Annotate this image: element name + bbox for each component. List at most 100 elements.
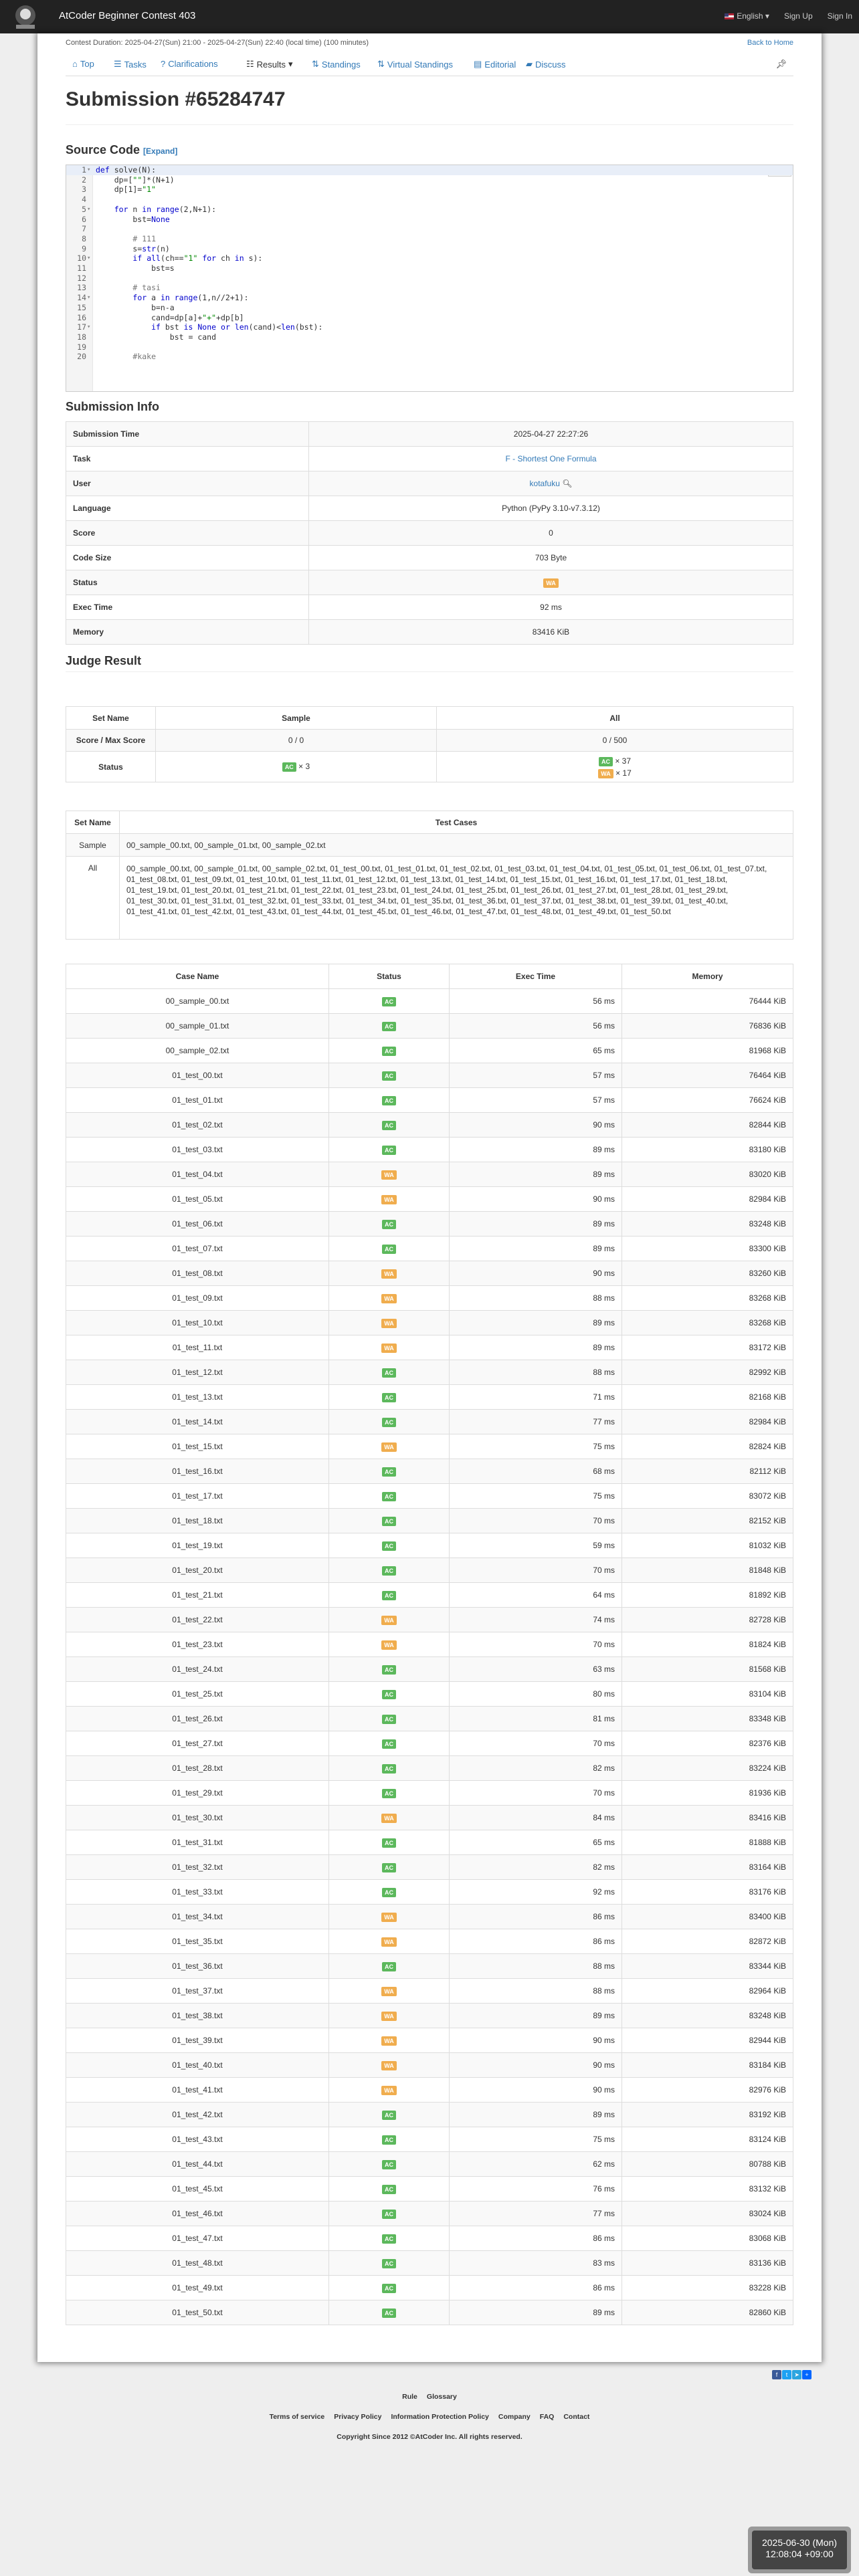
memory-value: 83416 KiB xyxy=(308,619,793,645)
table-row: 01_test_01.txt AC 57 ms 76624 KiB xyxy=(66,1087,793,1113)
expand-link[interactable]: [Expand] xyxy=(143,146,177,156)
case-name: 01_test_17.txt xyxy=(66,1483,329,1509)
case-name: 01_test_10.txt xyxy=(66,1310,329,1335)
memory: 83416 KiB xyxy=(622,1805,793,1830)
glossary-link[interactable]: Glossary xyxy=(427,2393,457,2401)
terms-link[interactable]: Terms of service xyxy=(270,2413,325,2421)
code-line: 7 xyxy=(82,224,86,234)
back-home-link[interactable]: Back to Home xyxy=(747,39,793,47)
exec-time: 70 ms xyxy=(449,1632,622,1657)
tab-results[interactable]: ☷ Results ▾ xyxy=(246,59,293,70)
submission-time: 2025-04-27 22:27:26 xyxy=(308,421,793,447)
case-name: 01_test_42.txt xyxy=(66,2102,329,2127)
facebook-icon[interactable]: f xyxy=(772,2370,781,2379)
code-line: 20 #kake xyxy=(77,352,157,362)
status-badge: AC xyxy=(382,1392,396,1402)
case-name: 01_test_00.txt xyxy=(66,1063,329,1088)
status-badge: WA xyxy=(381,1170,397,1180)
sign-up-link[interactable]: Sign Up xyxy=(784,11,813,21)
table-row: 01_test_38.txt WA 89 ms 83248 KiB xyxy=(66,2003,793,2028)
status-badge: WA xyxy=(381,1912,397,1922)
memory: 81824 KiB xyxy=(622,1632,793,1657)
rule-link[interactable]: Rule xyxy=(402,2393,417,2401)
memory: 81032 KiB xyxy=(622,1533,793,1558)
faq-link[interactable]: FAQ xyxy=(540,2413,555,2421)
submission-info-table: Submission Time 2025-04-27 22:27:26 Task F… xyxy=(66,421,793,645)
privacy-link[interactable]: Privacy Policy xyxy=(334,2413,381,2421)
memory: 76464 KiB xyxy=(622,1063,793,1088)
atcoder-logo-icon[interactable] xyxy=(7,2,44,31)
sort-icon: ⇅ xyxy=(312,59,319,69)
top-navbar: AtCoder Beginner Contest 403 English ▾ S… xyxy=(0,0,859,33)
comment-icon: ▰ xyxy=(526,59,533,69)
table-row: 01_test_48.txt AC 83 ms 83136 KiB xyxy=(66,2250,793,2276)
exec-time: 86 ms xyxy=(449,2275,622,2300)
status-badge: WA xyxy=(543,578,559,588)
memory: 82976 KiB xyxy=(622,2077,793,2103)
test-sets-table: Set Name Test Cases Sample 00_sample_00.tx… xyxy=(66,811,793,940)
tab-top[interactable]: ⌂ Top xyxy=(72,59,94,69)
status-badge: WA xyxy=(381,1269,397,1279)
twitter-icon[interactable]: t xyxy=(782,2370,791,2379)
ac-badge: AC xyxy=(282,762,296,772)
telegram-icon[interactable]: ➤ xyxy=(792,2370,801,2379)
tab-tasks[interactable]: ☰ Tasks xyxy=(114,59,147,70)
pin-icon[interactable]: 📌︎ xyxy=(775,59,787,70)
case-name: 01_test_43.txt xyxy=(66,2127,329,2152)
status-badge: WA xyxy=(381,1640,397,1650)
source-code-editor[interactable]: Copy 1▾def solve(N): 2 dp=[""]*(N+1) 3 d… xyxy=(66,165,793,392)
contact-link[interactable]: Contact xyxy=(563,2413,589,2421)
table-row: 01_test_22.txt WA 74 ms 82728 KiB xyxy=(66,1607,793,1632)
info-row: Exec Time 92 ms xyxy=(66,595,793,620)
tab-virtual-standings[interactable]: ⇅ Virtual Standings xyxy=(377,59,453,70)
language-dropdown[interactable]: English ▾ xyxy=(725,11,769,21)
status-badge: WA xyxy=(381,1442,397,1452)
memory: 83132 KiB xyxy=(622,2176,793,2202)
case-name: 00_sample_00.txt xyxy=(66,988,329,1014)
tab-clarifications[interactable]: ? Clarifications xyxy=(161,59,218,69)
case-name: 01_test_11.txt xyxy=(66,1335,329,1360)
exec-time: 82 ms xyxy=(449,1854,622,1880)
table-row: 01_test_32.txt AC 82 ms 83164 KiB xyxy=(66,1854,793,1880)
table-row: 01_test_18.txt AC 70 ms 82152 KiB xyxy=(66,1508,793,1533)
table-row: 01_test_07.txt AC 89 ms 83300 KiB xyxy=(66,1236,793,1261)
task-link[interactable]: F - Shortest One Formula xyxy=(505,454,596,463)
exec-time: 68 ms xyxy=(449,1459,622,1484)
exec-time: 89 ms xyxy=(449,1137,622,1162)
exec-time: 70 ms xyxy=(449,1558,622,1583)
share-plus-icon[interactable]: + xyxy=(802,2370,812,2379)
sort-icon: ⇅ xyxy=(377,59,385,69)
memory: 83192 KiB xyxy=(622,2102,793,2127)
wa-badge: WA xyxy=(598,768,613,778)
case-name: 01_test_24.txt xyxy=(66,1656,329,1682)
case-name: 01_test_09.txt xyxy=(66,1285,329,1311)
table-row: 01_test_13.txt AC 71 ms 82168 KiB xyxy=(66,1384,793,1410)
contest-title[interactable]: AtCoder Beginner Contest 403 xyxy=(59,10,195,21)
table-row: 01_test_03.txt AC 89 ms 83180 KiB xyxy=(66,1137,793,1162)
case-name: 01_test_36.txt xyxy=(66,1953,329,1979)
tab-discuss[interactable]: ▰ Discuss xyxy=(526,59,566,70)
memory: 83068 KiB xyxy=(622,2226,793,2251)
source-code-heading: Source Code [Expand] xyxy=(66,143,178,156)
memory: 83124 KiB xyxy=(622,2127,793,2152)
memory: 82152 KiB xyxy=(622,1508,793,1533)
copyright: Copyright Since 2012 ©AtCoder Inc. All r… xyxy=(337,2433,522,2441)
status-badge: AC xyxy=(382,1714,396,1724)
search-icon[interactable]: 🔍︎ xyxy=(562,479,572,488)
sign-in-link[interactable]: Sign In xyxy=(828,11,852,21)
case-name: 01_test_23.txt xyxy=(66,1632,329,1657)
status-badge: AC xyxy=(382,1763,396,1774)
user-link[interactable]: kotafuku xyxy=(530,479,560,488)
info-protection-link[interactable]: Information Protection Policy xyxy=(391,2413,488,2421)
tab-standings[interactable]: ⇅ Standings xyxy=(312,59,361,70)
info-row: Memory 83416 KiB xyxy=(66,619,793,645)
memory: 80788 KiB xyxy=(622,2151,793,2177)
company-link[interactable]: Company xyxy=(498,2413,531,2421)
code-line: 10 ▾ if all(ch=="1" for ch in s): xyxy=(77,253,263,263)
tab-editorial[interactable]: ▤ Editorial xyxy=(474,59,516,70)
table-row: 01_test_10.txt WA 89 ms 83268 KiB xyxy=(66,1310,793,1335)
exec-time: 88 ms xyxy=(449,1285,622,1311)
case-name: 01_test_22.txt xyxy=(66,1607,329,1632)
case-name: 01_test_19.txt xyxy=(66,1533,329,1558)
table-row: 01_test_04.txt WA 89 ms 83020 KiB xyxy=(66,1162,793,1187)
